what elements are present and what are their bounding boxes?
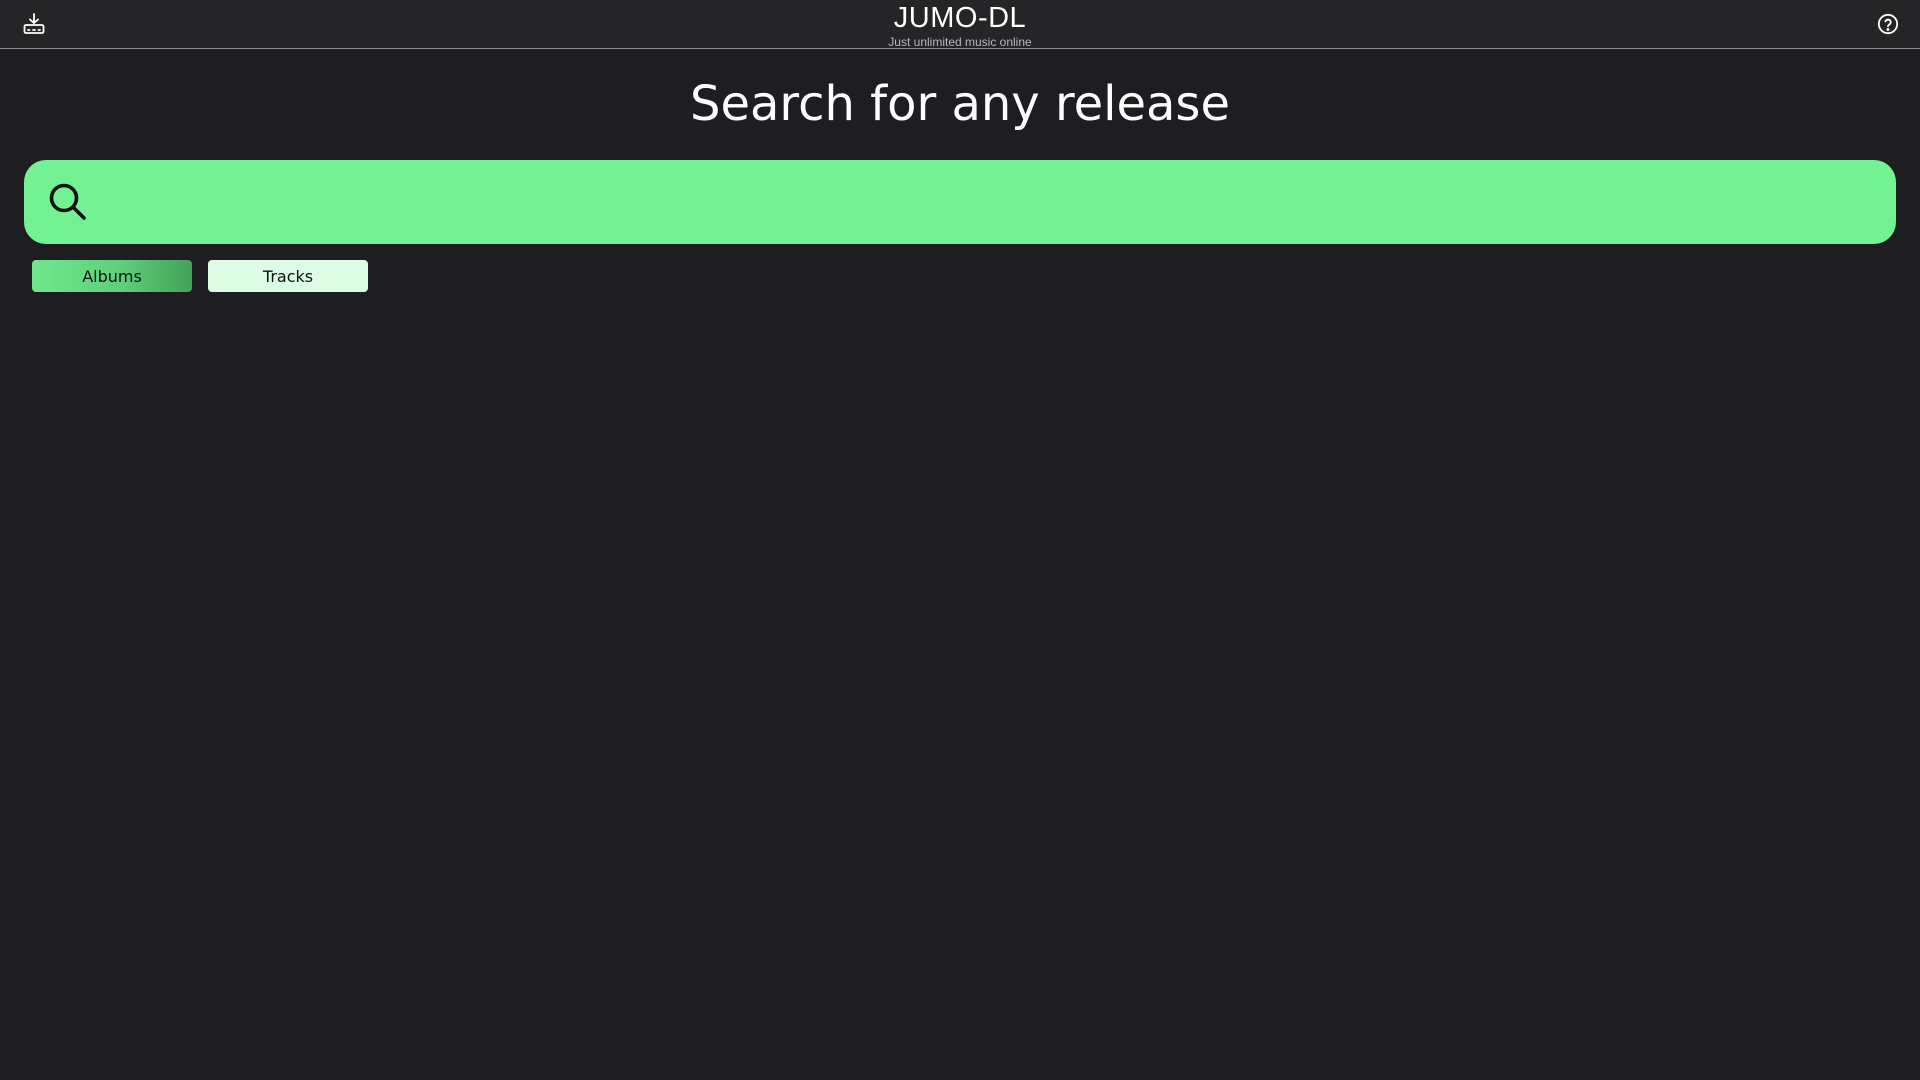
tracks-filter-button[interactable]: Tracks	[208, 260, 368, 292]
app-subtitle: Just unlimited music online	[888, 35, 1032, 49]
tracks-filter-label: Tracks	[262, 266, 314, 286]
top-bar: JUMO-DL Just unlimited music online	[0, 0, 1920, 49]
page-title: Search for any release	[690, 76, 1230, 132]
albums-filter-button[interactable]: Albums	[32, 260, 192, 292]
albums-filter-label: Albums	[82, 266, 142, 286]
search-icon	[49, 183, 86, 220]
search-input[interactable]	[114, 160, 1878, 246]
brand: JUMO-DL Just unlimited music online	[0, 0, 1920, 49]
search-bar[interactable]	[24, 160, 1896, 246]
help-button[interactable]	[1874, 10, 1902, 38]
help-icon	[1877, 13, 1899, 35]
app-title: JUMO-DL	[893, 2, 1027, 34]
